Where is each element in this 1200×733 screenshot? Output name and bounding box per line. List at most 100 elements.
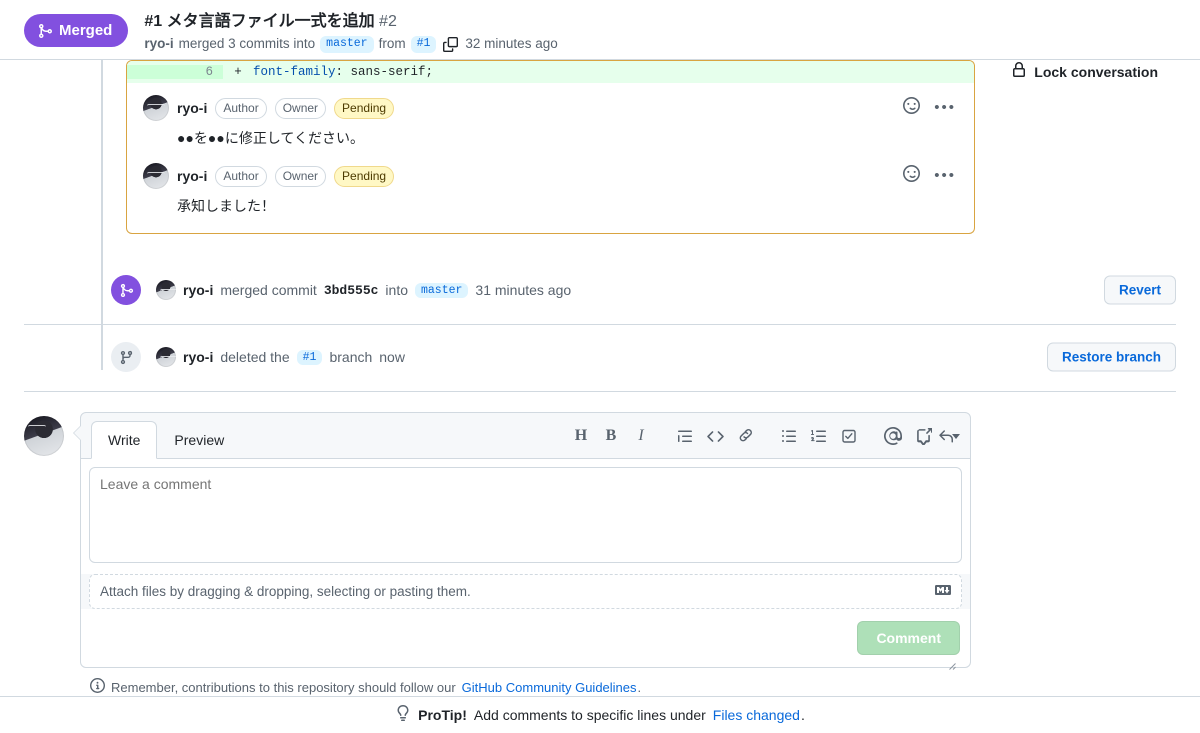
pr-title: #1 メタ言語ファイル一式を追加	[144, 13, 375, 30]
badge-author: Author	[215, 97, 267, 119]
italic-icon[interactable]: I	[626, 422, 656, 450]
protip-text: Add comments to specific lines under	[473, 706, 706, 723]
copy-branch-icon[interactable]	[443, 36, 459, 52]
link-icon[interactable]	[730, 422, 760, 450]
timeline-action-after: branch	[329, 349, 373, 365]
pr-timestamp: 32 minutes ago	[465, 36, 558, 51]
unordered-list-icon[interactable]	[774, 422, 804, 450]
pr-author[interactable]: ryo-i	[144, 36, 173, 53]
community-guidelines-notice: Remember, contributions to this reposito…	[90, 678, 1200, 696]
pr-merged-text: merged 3 commits into	[178, 36, 316, 51]
comment-menu-icon[interactable]: •••	[934, 100, 956, 115]
chevron-down-icon[interactable]	[952, 433, 960, 439]
comment-box-footer: Comment	[81, 609, 970, 667]
diff-snippet: 6 + font-family: sans-serif;	[126, 60, 975, 83]
pr-header-text: #1 メタ言語ファイル一式を追加 #2 ryo-i merged 3 commi…	[144, 12, 558, 53]
restore-branch-button[interactable]: Restore branch	[1046, 342, 1176, 372]
comment-submit-button[interactable]: Comment	[857, 621, 960, 655]
timeline-merged-text: ryo-i merged commit 3bd555c into master …	[156, 280, 571, 300]
badge-owner: Owner	[274, 165, 327, 187]
base-branch-chip[interactable]: master	[320, 36, 374, 53]
lightbulb-icon	[395, 705, 411, 724]
commit-sha[interactable]: 3bd555c	[324, 283, 379, 298]
protip-label: ProTip!	[418, 706, 467, 723]
ordered-list-icon[interactable]	[804, 422, 834, 450]
git-merge-icon	[111, 275, 141, 305]
tab-write[interactable]: Write	[91, 421, 158, 459]
files-changed-link[interactable]: Files changed	[713, 707, 800, 723]
timeline-deleted-branch-text: ryo-i deleted the #1 branch now	[156, 347, 405, 367]
branch-chip: #1	[296, 349, 323, 365]
markdown-icon[interactable]	[935, 582, 951, 601]
timeline-action-mid: into	[385, 282, 408, 298]
guidelines-suffix: .	[637, 679, 642, 695]
tab-preview[interactable]: Preview	[157, 421, 241, 459]
diff-code-value: : sans-serif;	[335, 65, 434, 79]
review-comment-body: 承知しました！	[177, 198, 275, 214]
comment-form: Write Preview H B I Leave a comment Atta…	[0, 392, 1200, 670]
timeline-divider	[24, 324, 1176, 325]
pr-header: Merged #1 メタ言語ファイル一式を追加 #2 ryo-i merged …	[0, 0, 1200, 60]
community-guidelines-link[interactable]: GitHub Community Guidelines	[462, 680, 637, 695]
add-reaction-icon[interactable]	[903, 165, 921, 185]
diff-line-sign: +	[234, 65, 242, 79]
comment-box-header: Write Preview H B I	[81, 413, 970, 459]
review-comment-body: ●●を●●に修正してください。	[177, 130, 364, 146]
comment-tabs: Write Preview	[91, 421, 241, 459]
status-badge-label: Merged	[59, 22, 113, 39]
timeline-row-deleted-branch: ryo-i deleted the #1 branch now Restore …	[24, 337, 1176, 377]
head-branch-chip[interactable]: #1	[410, 36, 437, 53]
heading-icon[interactable]: H	[566, 422, 596, 450]
timeline-user[interactable]: ryo-i	[183, 282, 213, 298]
review-comment-header: ryo-i Author Owner Pending	[143, 163, 958, 189]
timeline-action: merged commit	[220, 282, 317, 298]
info-icon	[90, 678, 105, 696]
mention-icon[interactable]	[878, 422, 908, 450]
avatar	[143, 95, 169, 121]
diff-line: 6 + font-family: sans-serif;	[127, 61, 974, 83]
protip-suffix: .	[800, 706, 805, 723]
pending-review-group: 6 + font-family: sans-serif; ryo-i Autho…	[24, 60, 1176, 234]
comment-box-body	[81, 459, 970, 670]
markdown-toolbar: H B I	[566, 422, 960, 458]
attach-files-label: Attach files by dragging & dropping, sel…	[100, 584, 471, 599]
quote-icon[interactable]	[670, 422, 700, 450]
resize-grip[interactable]	[946, 657, 956, 670]
page-title: #1 メタ言語ファイル一式を追加 #2	[144, 12, 557, 32]
diff-line-number: 6	[127, 65, 223, 79]
timeline-action: deleted the	[220, 349, 290, 365]
badge-owner: Owner	[274, 97, 327, 119]
code-icon[interactable]	[700, 422, 730, 450]
saved-replies-icon[interactable]	[938, 422, 960, 450]
pr-number: #2	[379, 13, 397, 30]
badge-pending: Pending	[334, 97, 395, 119]
revert-button[interactable]: Revert	[1103, 275, 1176, 305]
comment-menu-icon[interactable]: •••	[934, 168, 956, 183]
git-merge-icon	[37, 23, 53, 39]
reference-icon[interactable]	[908, 422, 938, 450]
avatar	[156, 280, 176, 300]
status-badge: Merged	[24, 14, 129, 47]
timeline-timestamp: 31 minutes ago	[475, 282, 572, 298]
pending-comments-box: ryo-i Author Owner Pending ••• ●●を●●に修正し…	[126, 83, 975, 234]
attach-files-row[interactable]: Attach files by dragging & dropping, sel…	[89, 574, 962, 609]
task-list-icon[interactable]	[834, 422, 864, 450]
review-comment-header: ryo-i Author Owner Pending	[143, 95, 958, 121]
guidelines-prefix: Remember, contributions to this reposito…	[111, 679, 456, 695]
branch-chip[interactable]: master	[415, 282, 469, 298]
avatar	[143, 163, 169, 189]
protip-bar: ProTip! Add comments to specific lines u…	[0, 705, 1200, 724]
comment-author[interactable]: ryo-i	[177, 100, 207, 116]
comment-input[interactable]	[89, 467, 962, 563]
review-comment-actions: •••	[903, 97, 956, 117]
diff-line-code: font-family: sans-serif;	[253, 65, 433, 79]
timeline-user[interactable]: ryo-i	[183, 349, 213, 365]
git-branch-icon	[111, 342, 141, 372]
bold-icon[interactable]: B	[596, 422, 626, 450]
diff-code-property: font-family	[253, 65, 336, 79]
comment-author[interactable]: ryo-i	[177, 168, 207, 184]
badge-pending: Pending	[334, 165, 395, 187]
add-reaction-icon[interactable]	[903, 97, 921, 117]
avatar	[156, 347, 176, 367]
badge-author: Author	[215, 165, 267, 187]
